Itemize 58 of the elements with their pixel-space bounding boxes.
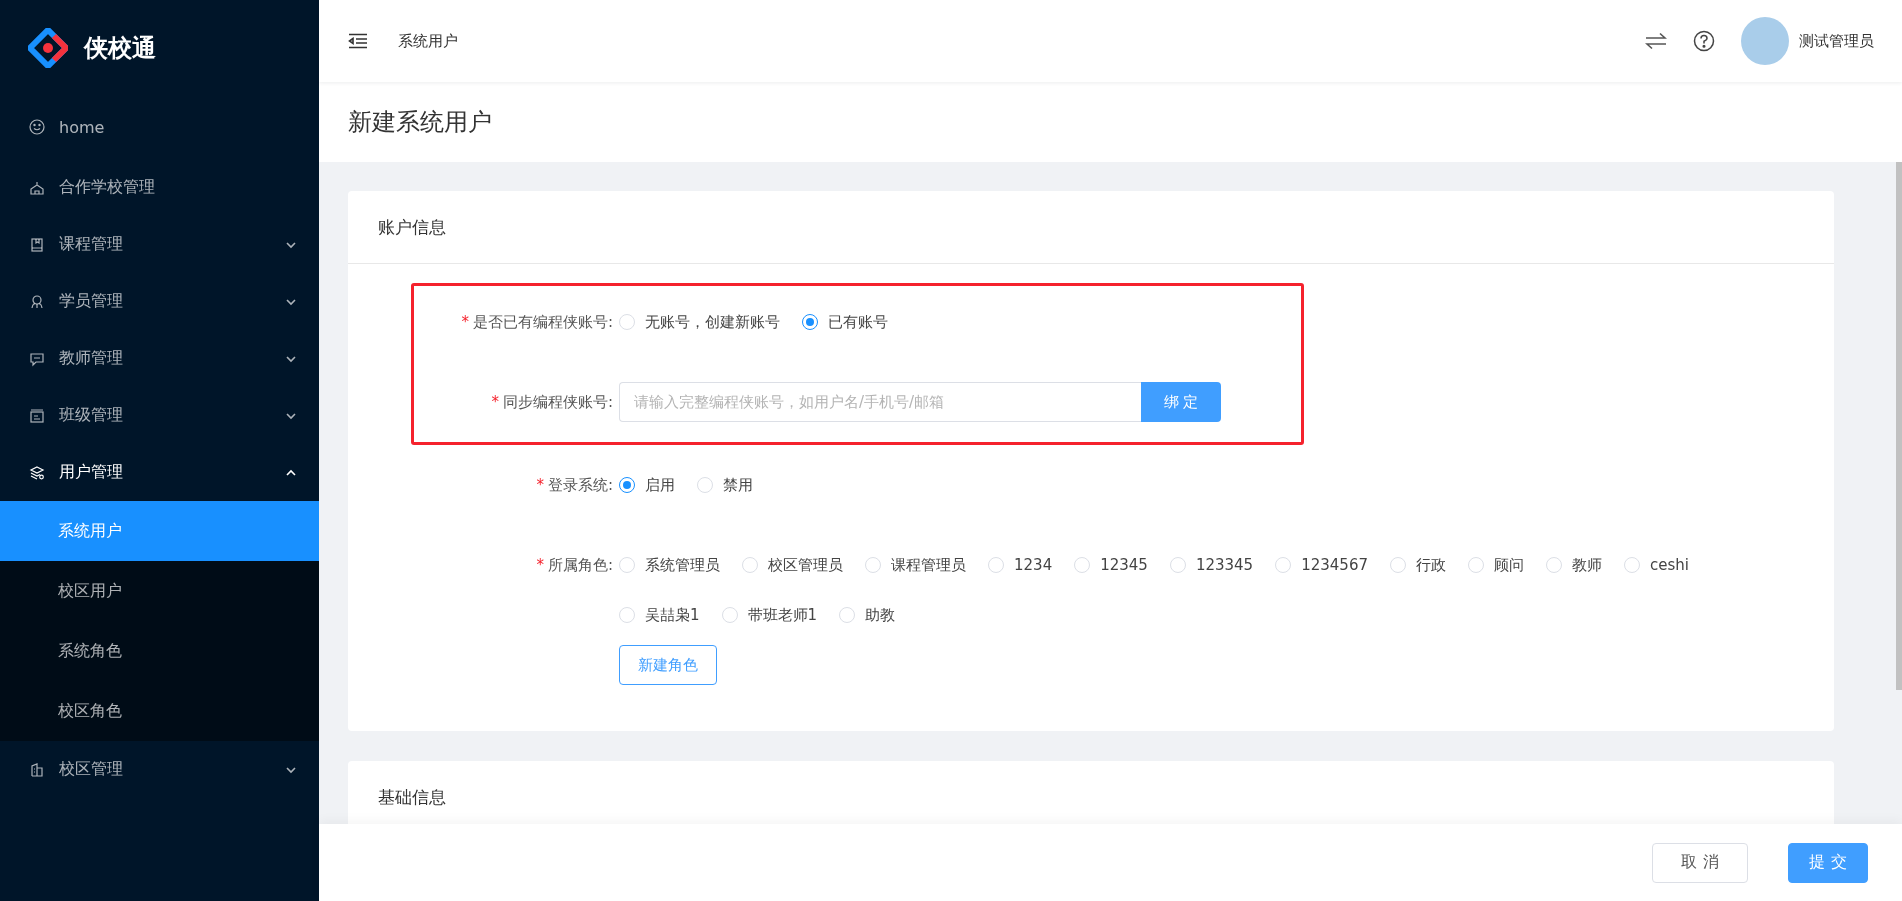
app-name: 侠校通: [84, 32, 156, 64]
field-label: 登录系统:: [547, 475, 613, 495]
radio-option[interactable]: 已有账号: [802, 302, 888, 342]
submenu-item[interactable]: 校区角色: [0, 681, 319, 741]
breadcrumb[interactable]: 系统用户: [398, 31, 458, 51]
radio-option[interactable]: ceshi: [1624, 545, 1689, 585]
radio-option[interactable]: 启用: [619, 465, 675, 505]
required-mark: *: [536, 476, 544, 494]
chat-icon: [29, 350, 45, 367]
menu-item[interactable]: 用户管理: [0, 444, 319, 501]
radio-option[interactable]: 校区管理员: [742, 545, 843, 585]
cancel-button[interactable]: 取 消: [1652, 842, 1748, 883]
logo-icon: [28, 27, 68, 68]
radio-option[interactable]: 12345: [1074, 545, 1148, 585]
switch-icon[interactable]: [1645, 32, 1667, 50]
submenu-item[interactable]: 系统角色: [0, 621, 319, 681]
house-icon: [29, 761, 45, 778]
radio-option[interactable]: 1234567: [1275, 545, 1368, 585]
radio-option[interactable]: 助教: [839, 595, 896, 635]
section-title: 账户信息: [378, 215, 446, 239]
radio-option[interactable]: 吴喆枭1: [619, 595, 700, 635]
section-title: 基础信息: [378, 785, 446, 809]
radio-option[interactable]: 123345: [1169, 545, 1254, 585]
page-title: 新建系统用户: [348, 107, 492, 138]
help-icon[interactable]: [1693, 30, 1715, 52]
menu-item[interactable]: 校区管理: [0, 741, 319, 798]
radio-option[interactable]: 行政: [1390, 545, 1446, 585]
menu-fold-icon[interactable]: [348, 33, 368, 49]
field-label: 是否已有编程侠账号:: [472, 312, 613, 332]
radio-option[interactable]: 课程管理员: [865, 545, 966, 585]
menu-item[interactable]: 课程管理: [0, 216, 319, 273]
board-icon: [29, 407, 45, 424]
scrollbar[interactable]: [1896, 162, 1902, 690]
radio-option[interactable]: 顾问: [1468, 545, 1524, 585]
account-input-field[interactable]: 请输入完整编程侠账号，如用户名/手机号/邮箱: [619, 382, 1141, 422]
menu-item[interactable]: 合作学校管理: [0, 159, 319, 216]
menu-item[interactable]: home: [0, 95, 319, 159]
field-label: 所属角色:: [547, 555, 613, 575]
menu-item[interactable]: 教师管理: [0, 330, 319, 387]
radio-option[interactable]: 无账号，创建新账号: [619, 302, 780, 342]
radio-option[interactable]: 1234: [988, 545, 1053, 585]
radio-option[interactable]: 系统管理员: [619, 545, 720, 585]
required-mark: *: [536, 556, 544, 574]
required-mark: *: [491, 393, 499, 411]
required-mark: *: [461, 313, 469, 331]
radio-option[interactable]: 带班老师1: [721, 595, 818, 635]
radio-option[interactable]: 教师: [1546, 545, 1602, 585]
field-label: 同步编程侠账号:: [502, 392, 613, 412]
radio-option[interactable]: 禁用: [697, 465, 753, 505]
people-icon: [29, 293, 45, 310]
menu-item[interactable]: 学员管理: [0, 273, 319, 330]
submenu-item[interactable]: 校区用户: [0, 561, 319, 621]
book-icon: [29, 236, 45, 253]
menu-item[interactable]: 班级管理: [0, 387, 319, 444]
building-icon: [29, 179, 45, 196]
layers-icon: [29, 464, 45, 481]
user-name[interactable]: 测试管理员: [1799, 31, 1874, 51]
smile-icon: [29, 119, 45, 135]
